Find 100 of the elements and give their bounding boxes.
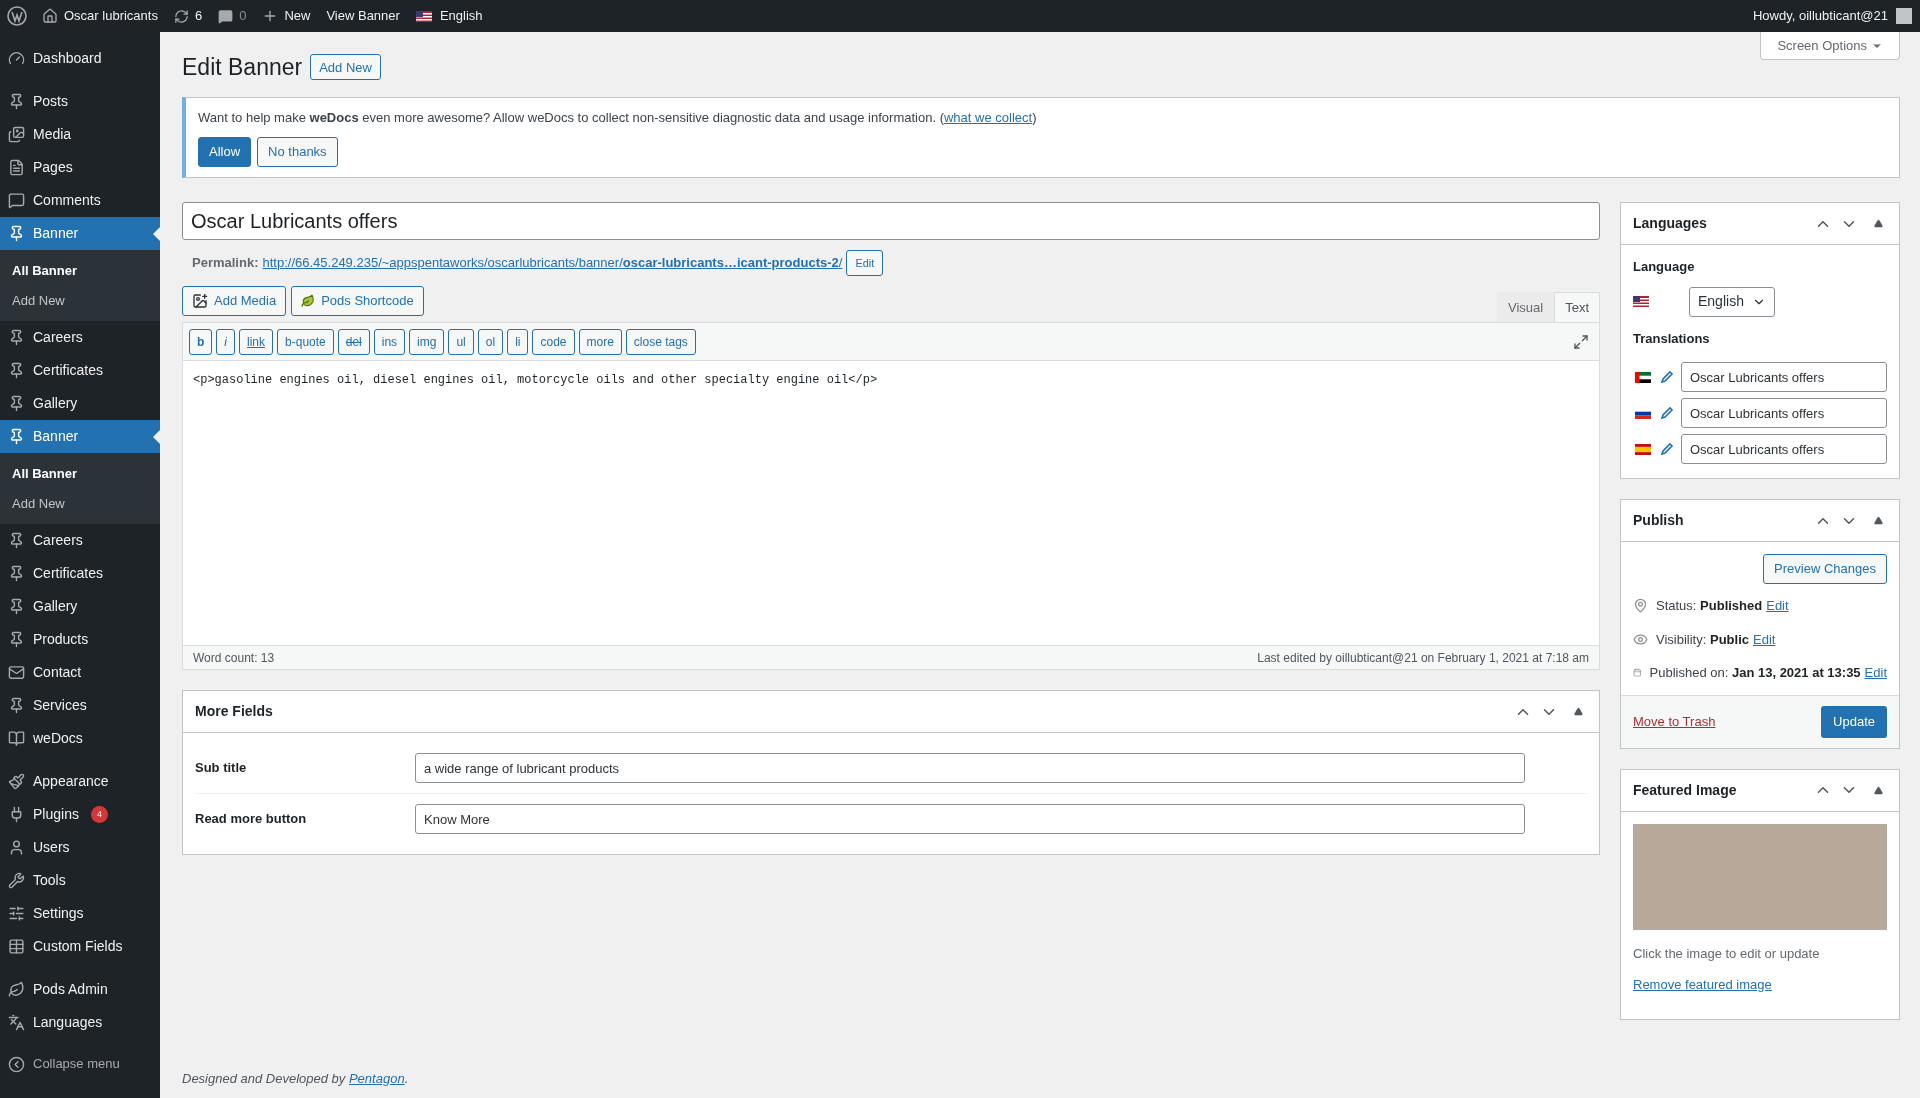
speech-bubble-icon [218, 8, 234, 24]
menu-item[interactable]: Certificates [0, 557, 160, 590]
quicktag-button[interactable]: b [189, 328, 213, 355]
menu-item[interactable]: Tools [0, 864, 160, 897]
menu-item[interactable]: weDocs [0, 722, 160, 755]
menu-item[interactable]: Pages [0, 151, 160, 184]
menu-item[interactable]: Services [0, 689, 160, 722]
sliders-icon [8, 905, 25, 922]
field-input[interactable]: Know More [415, 804, 1525, 834]
submenu-item[interactable]: All Banner [0, 256, 160, 286]
editor-tab[interactable]: Visual [1496, 292, 1555, 322]
wordpress-logo-icon[interactable] [7, 6, 27, 26]
collapse-icon[interactable] [1874, 516, 1883, 525]
edit-link[interactable]: Edit [1864, 663, 1887, 683]
edit-permalink-button[interactable]: Edit [846, 250, 884, 276]
move-to-trash-link[interactable]: Move to Trash [1633, 711, 1716, 732]
editor-content[interactable]: <p>gasoline engines oil, diesel engines oil, motorcycle oils and other specialty engine oil</p> [183, 361, 1599, 645]
quicktag-button[interactable]: ul [448, 328, 474, 355]
publish-info: Published on: Jan 13, 2021 at 13:35 [1649, 664, 1861, 682]
shortcode-button[interactable]: Pods Shortcode [291, 286, 424, 316]
fullscreen-icon[interactable] [1573, 333, 1589, 350]
menu-item[interactable]: Posts [0, 85, 160, 118]
quicktag-button[interactable]: close tags [625, 328, 696, 355]
translation-input[interactable]: Oscar Lubricants offers [1681, 398, 1887, 428]
footer-link[interactable]: Pentagon [348, 1070, 405, 1086]
menu-item[interactable]: Contact [0, 656, 160, 689]
menu-item[interactable]: Certificates [0, 354, 160, 387]
menu-item[interactable]: Languages [0, 1006, 160, 1039]
title-input[interactable]: Oscar Lubricants offers [182, 202, 1600, 240]
collapse-icon[interactable] [1874, 785, 1883, 795]
collapse-icon[interactable] [1874, 219, 1883, 228]
translation-input[interactable]: Oscar Lubricants offers [1681, 362, 1887, 392]
menu-item[interactable]: Careers [0, 524, 160, 557]
menu-item[interactable]: Banner [0, 420, 160, 453]
footer-text: Designed and Developed by Pentagon. [182, 1069, 410, 1088]
preview-changes-button[interactable]: Preview Changes [1763, 554, 1887, 584]
gauge-icon [8, 50, 25, 67]
menu-item[interactable]: Appearance [0, 765, 160, 798]
menu-item[interactable]: Comments [0, 184, 160, 217]
allow-button[interactable]: Allow [198, 137, 252, 167]
quicktag-button[interactable]: i [216, 328, 235, 355]
collapse-icon[interactable] [1574, 707, 1583, 716]
menu-item[interactable]: Plugins 4 [0, 798, 160, 831]
language-link[interactable]: English [407, 6, 491, 26]
menu-item[interactable]: Users [0, 831, 160, 864]
quicktag-button[interactable]: link [239, 328, 274, 355]
quicktag-button[interactable]: del [337, 328, 370, 355]
box-title: Publish [1633, 511, 1685, 530]
quicktag-button[interactable]: img [409, 328, 445, 355]
pencil-icon[interactable] [1659, 369, 1675, 385]
update-button[interactable]: Update [1821, 705, 1887, 738]
menu-item[interactable]: Gallery [0, 590, 160, 623]
new-link[interactable]: New [254, 6, 319, 26]
submenu-item[interactable]: All Banner [0, 459, 160, 489]
book-icon [8, 730, 25, 747]
language-select[interactable]: English [1689, 286, 1775, 317]
site-name-link[interactable]: Oscar lubricants [34, 6, 166, 26]
flag-icon [1633, 296, 1649, 307]
comments-link[interactable]: 0 [210, 6, 255, 26]
menu-item[interactable]: Settings [0, 897, 160, 930]
pushpin-icon [8, 93, 25, 110]
screen-options-button[interactable]: Screen Options [1760, 32, 1900, 60]
permalink-link[interactable]: http://66.45.249.235/~appspentaworks/oscarlubricants/banner/oscar-lubricants…icant-products-2/ [262, 253, 843, 273]
page-icon [8, 159, 25, 176]
account-link[interactable]: Howdy, oillubticant@21 [1744, 6, 1920, 26]
edit-link[interactable]: Edit [1766, 596, 1789, 616]
add-new-button[interactable]: Add New [310, 54, 381, 81]
field-input[interactable]: a wide range of lubricant products [415, 753, 1525, 783]
quicktag-button[interactable]: li [507, 328, 529, 355]
pushpin-icon [8, 631, 25, 648]
editor-tab[interactable]: Text [1554, 292, 1600, 322]
updates-link[interactable]: 6 [165, 6, 211, 26]
menu-item[interactable]: Dashboard [0, 42, 160, 75]
pencil-icon[interactable] [1659, 405, 1675, 421]
translation-input[interactable]: Oscar Lubricants offers [1681, 434, 1887, 464]
language-label: Language [1633, 258, 1696, 276]
quicktag-button[interactable]: ol [477, 328, 504, 355]
menu-item[interactable]: Careers [0, 321, 160, 354]
submenu-item[interactable]: Add New [0, 285, 160, 315]
quicktag-button[interactable]: ins [373, 328, 406, 355]
menu-item[interactable]: Gallery [0, 387, 160, 420]
view-banner-link[interactable]: View Banner [318, 6, 408, 26]
quicktag-button[interactable]: more [578, 328, 622, 355]
flag-icon [1635, 443, 1651, 455]
table-icon [8, 938, 25, 955]
menu-item[interactable]: Products [0, 623, 160, 656]
submenu-item[interactable]: Add New [0, 488, 160, 518]
menu-item[interactable]: Banner [0, 217, 160, 250]
decline-button[interactable]: No thanks [257, 137, 338, 167]
menu-item[interactable]: Media [0, 118, 160, 151]
what-we-collect-link[interactable]: what we collect [943, 109, 1033, 125]
add-media-button[interactable]: Add Media [182, 286, 287, 316]
pencil-icon[interactable] [1659, 441, 1675, 457]
remove-featured-image-link[interactable]: Remove featured image [1633, 975, 1887, 995]
quicktag-button[interactable]: code [532, 328, 575, 355]
menu-item[interactable]: Custom Fields [0, 930, 160, 963]
menu-item[interactable]: Pods Admin [0, 973, 160, 1006]
quicktag-button[interactable]: b-quote [277, 328, 334, 355]
edit-link[interactable]: Edit [1753, 629, 1776, 649]
collapse-menu-button[interactable]: Collapse menu [0, 1049, 160, 1079]
